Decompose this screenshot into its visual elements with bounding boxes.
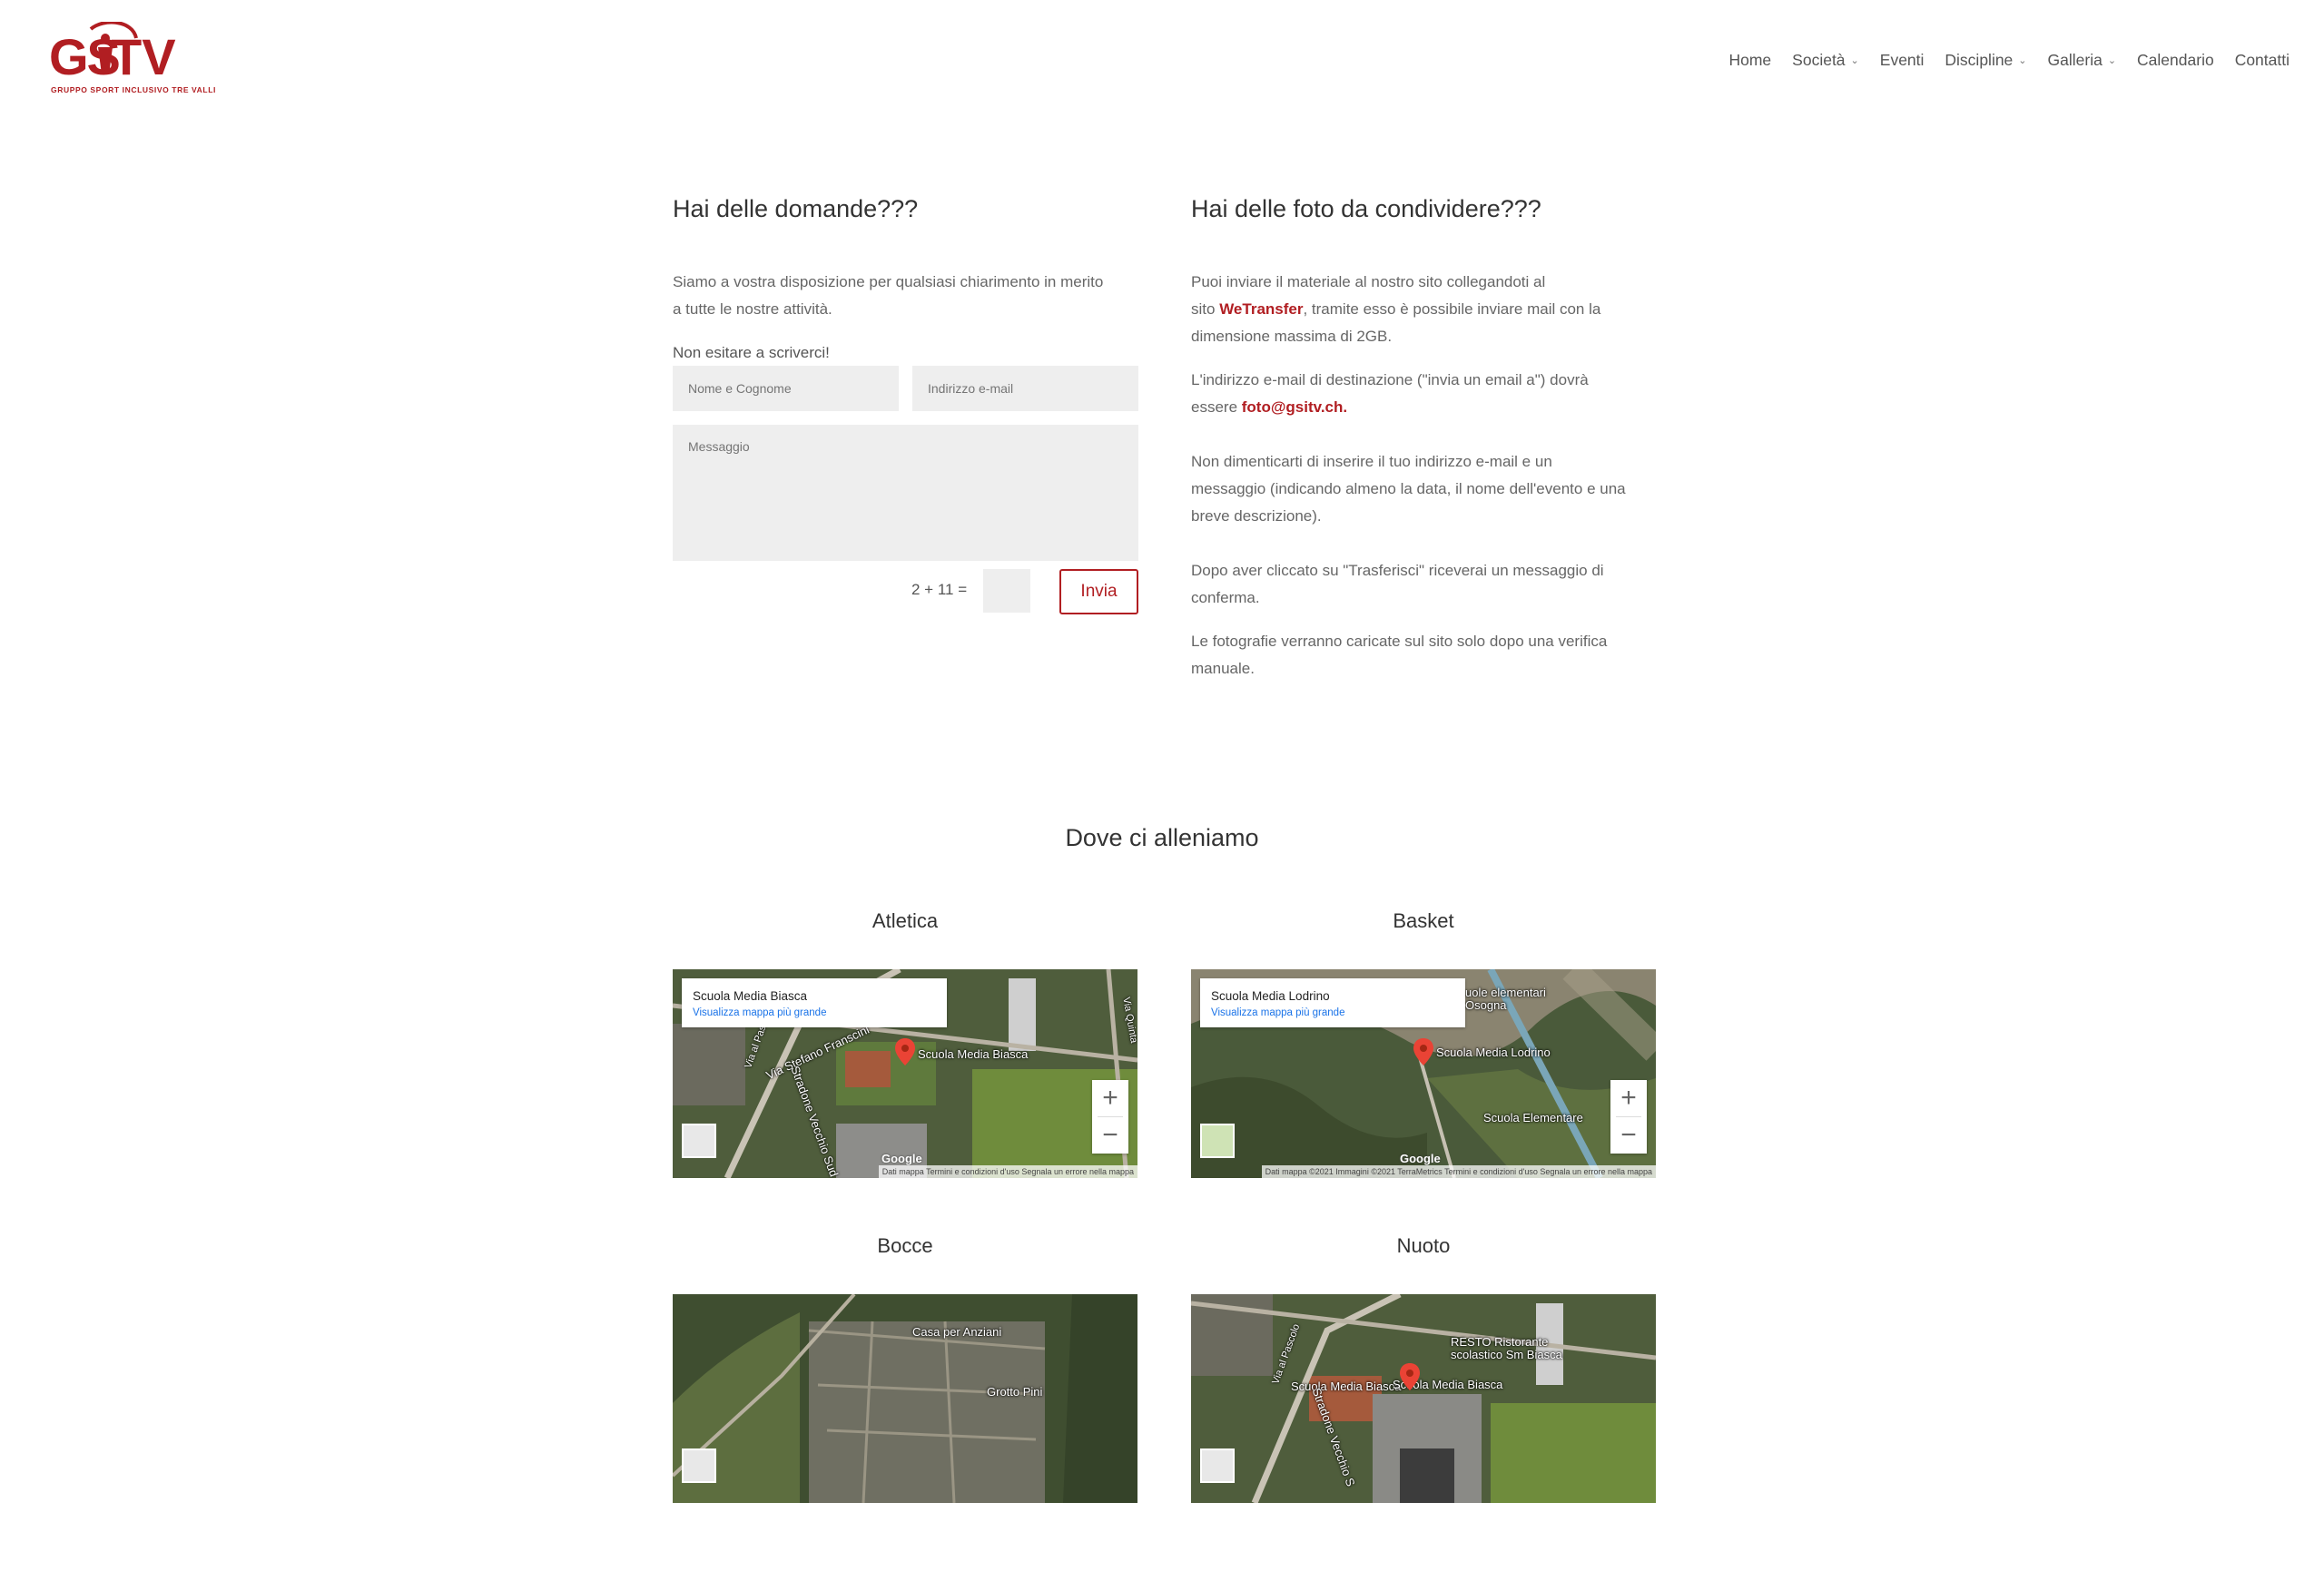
main-nav: Home Società ⌄ Eventi Discipline ⌄ Galleri…	[1708, 51, 2290, 70]
photos-p1-line3: dimensione massima di 2GB.	[1191, 328, 1393, 345]
nav-discipline[interactable]: Discipline ⌄	[1945, 51, 2026, 70]
map-attribution[interactable]: Dati mappa ©2021 Immagini ©2021 TerraMet…	[1261, 1165, 1656, 1178]
zoom-out-button[interactable]: −	[1610, 1117, 1647, 1154]
nav-galleria[interactable]: Galleria ⌄	[2048, 51, 2117, 70]
place-label: uole elementari	[1465, 986, 1546, 999]
google-logo: Google	[1400, 1152, 1441, 1165]
nav-contatti-label: Contatti	[2234, 51, 2290, 69]
logo-graphic: GS TV	[49, 22, 176, 80]
map-layer-toggle[interactable]	[682, 1448, 716, 1483]
view-larger-map-link[interactable]: Visualizza mappa più grande	[693, 1007, 826, 1018]
map-title-bocce: Bocce	[877, 1234, 933, 1257]
chevron-down-icon: ⌄	[2018, 55, 2027, 66]
contact-section: Hai delle domande??? Siamo a vostra disp…	[673, 191, 1137, 367]
map-atletica[interactable]: Via Stefano Franscini Stradone Vecchio S…	[673, 969, 1137, 1178]
map-title-atletica: Atletica	[872, 909, 939, 932]
zoom-control: + −	[1092, 1080, 1128, 1154]
photos-p4-line1: Dopo aver cliccato su "Trasferisci" rice…	[1191, 562, 1604, 579]
contact-cta: Non esitare a scriverci!	[673, 344, 830, 361]
chevron-down-icon: ⌄	[1850, 55, 1859, 66]
zoom-control: + −	[1610, 1080, 1647, 1154]
contact-intro-line2: a tutte le nostre attività.	[673, 300, 832, 318]
photos-p1-post: , tramite esso è possibile inviare mail …	[1303, 300, 1601, 318]
photos-p2-pre: essere	[1191, 398, 1242, 416]
map-nuoto[interactable]: Scuola Media Biasca Scuola Media Biasca …	[1191, 1294, 1656, 1503]
map-layer-toggle[interactable]	[682, 1124, 716, 1158]
map-info-card: Scuola Media Biasca Visualizza mappa più…	[682, 978, 947, 1027]
zoom-out-button[interactable]: −	[1092, 1117, 1128, 1154]
map-place-name: Scuola Media Biasca	[693, 989, 808, 1003]
nav-galleria-label: Galleria	[2047, 51, 2102, 69]
nav-eventi-label: Eventi	[1879, 51, 1925, 69]
place-label: Casa per Anziani	[912, 1325, 1002, 1339]
message-field[interactable]	[673, 425, 1138, 561]
captcha-input[interactable]	[983, 569, 1030, 613]
map-title-basket: Basket	[1393, 909, 1454, 932]
place-label: Scuola Media Biasca	[1291, 1380, 1402, 1393]
photos-title: Hai delle foto da condividere???	[1191, 195, 1541, 222]
photos-p1-line2: sito WeTransfer, tramite esso è possibil…	[1191, 296, 1663, 323]
photos-p4-line2: conferma.	[1191, 589, 1260, 606]
nav-contatti[interactable]: Contatti	[2235, 51, 2290, 70]
satellite-imagery	[673, 1294, 1137, 1503]
map-info-card: Scuola Media Lodrino Visualizza mappa pi…	[1200, 978, 1465, 1027]
photos-p2-line2: essere foto@gsitv.ch.	[1191, 394, 1663, 421]
site-logo[interactable]: GS TV GRUPPO SPORT INCLUSIVO TRE VALLI	[49, 22, 215, 98]
email-link[interactable]: foto@gsitv.ch.	[1242, 398, 1347, 416]
map-place-name: Scuola Media Lodrino	[1211, 989, 1330, 1003]
nav-calendario[interactable]: Calendario	[2137, 51, 2214, 70]
nav-calendario-label: Calendario	[2137, 51, 2214, 69]
google-logo: Google	[881, 1152, 922, 1165]
chevron-down-icon: ⌄	[2107, 55, 2117, 66]
photos-p5-line2: manuale.	[1191, 660, 1255, 677]
nav-societa[interactable]: Società ⌄	[1792, 51, 1859, 70]
send-button[interactable]: Invia	[1059, 569, 1138, 614]
contact-title: Hai delle domande???	[673, 195, 919, 222]
nav-home[interactable]: Home	[1728, 51, 1771, 70]
nav-home-label: Home	[1728, 51, 1772, 69]
view-larger-map-link[interactable]: Visualizza mappa più grande	[1211, 1007, 1344, 1018]
map-attribution[interactable]: Dati mappa Termini e condizioni d'uso Se…	[878, 1165, 1137, 1178]
map-layer-toggle[interactable]	[1200, 1124, 1235, 1158]
locations-title: Dove ci alleniamo	[1065, 824, 1259, 851]
contact-intro-line1: Siamo a vostra disposizione per qualsias…	[673, 273, 1104, 290]
photos-p1-line1: Puoi inviare il materiale al nostro sito…	[1191, 273, 1546, 290]
pin-label: Scuola Media Lodrino	[1436, 1046, 1551, 1059]
photos-section: Hai delle foto da condividere??? Puoi in…	[1191, 191, 1663, 682]
zoom-in-button[interactable]: +	[1092, 1080, 1128, 1116]
pin-label: Scuola Media Biasca	[918, 1047, 1029, 1061]
map-basket[interactable]: Scuola Media Lodrino Scuola Elementare u…	[1191, 969, 1656, 1178]
wetransfer-link[interactable]: WeTransfer	[1219, 300, 1303, 318]
nav-societa-label: Società	[1792, 51, 1846, 69]
photos-p3-line1: Non dimenticarti di inserire il tuo indi…	[1191, 453, 1552, 470]
photos-p2-line1: L'indirizzo e-mail di destinazione ("inv…	[1191, 371, 1589, 388]
place-label: Osogna	[1465, 998, 1507, 1012]
photos-p1-pre: sito	[1191, 300, 1220, 318]
svg-text:TV: TV	[111, 28, 176, 80]
captcha-question: 2 + 11 =	[911, 581, 968, 598]
map-title-nuoto: Nuoto	[1396, 1234, 1451, 1257]
place-label: Grotto Pini	[987, 1385, 1043, 1399]
map-pin-icon[interactable]	[895, 1038, 915, 1065]
nav-eventi[interactable]: Eventi	[1880, 51, 1925, 70]
email-field[interactable]	[912, 366, 1138, 411]
photos-p5-line1: Le fotografie verranno caricate sul sito…	[1191, 633, 1608, 650]
map-pin-icon[interactable]	[1413, 1038, 1433, 1065]
photos-p3-line2: messaggio (indicando almeno la data, il …	[1191, 480, 1626, 497]
place-label: Scuola Elementare	[1483, 1111, 1583, 1124]
photos-p3-line3: breve descrizione).	[1191, 507, 1322, 525]
zoom-in-button[interactable]: +	[1610, 1080, 1647, 1116]
map-pin-icon[interactable]	[1400, 1363, 1420, 1390]
satellite-imagery	[1191, 1294, 1656, 1503]
map-layer-toggle[interactable]	[1200, 1448, 1235, 1483]
name-field[interactable]	[673, 366, 899, 411]
nav-discipline-label: Discipline	[1945, 51, 2014, 69]
map-bocce[interactable]: Casa per Anziani Grotto Pini	[673, 1294, 1137, 1503]
logo-subtitle: GRUPPO SPORT INCLUSIVO TRE VALLI	[51, 85, 216, 94]
place-label: RESTO Ristorante scolastico Sm Biasca	[1451, 1335, 1562, 1361]
